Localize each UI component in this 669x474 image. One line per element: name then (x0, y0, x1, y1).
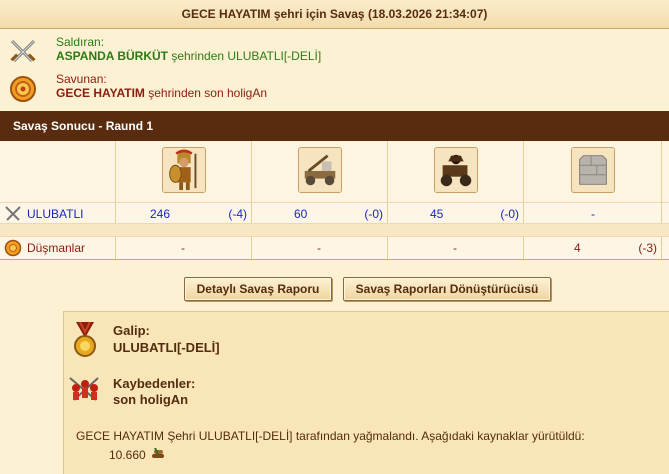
medal-icon (74, 322, 96, 357)
defender-label: Savunan: (56, 72, 107, 86)
unit-count: - (181, 241, 185, 255)
unit-count: - (317, 241, 321, 255)
catapult-icon[interactable] (297, 147, 342, 193)
unit-header-row (0, 141, 669, 202)
loot-value: 10.660 (109, 448, 146, 462)
attacker-player-link[interactable]: ULUBATLI (27, 207, 83, 221)
enemies-label: Düşmanlar (27, 241, 86, 255)
wood-icon (152, 447, 165, 458)
defeated-icon (69, 377, 99, 401)
row-separator (0, 224, 669, 236)
unit-count: 45 (430, 207, 444, 221)
unit-count: - (591, 207, 595, 221)
shield-icon (10, 76, 36, 102)
report-converter-button[interactable]: Savaş Raporları Dönüştürücüsü (343, 277, 551, 301)
unit-loss: (-0) (364, 207, 383, 221)
winner-label: Galip: (113, 323, 150, 338)
unit-count: - (453, 241, 457, 255)
unit-count: 60 (294, 207, 308, 221)
attacker-suffix: şehrinden ULUBATLI[-DELİ] (168, 49, 322, 63)
loser-name: son holigAn (113, 392, 189, 407)
loot-amount: 10.660 (109, 447, 165, 462)
defender-city-link[interactable]: GECE HAYATIM (56, 86, 145, 100)
unit-loss: (-3) (638, 241, 657, 255)
loser-label: Kaybedenler: (113, 376, 196, 391)
crossed-swords-icon (5, 206, 21, 221)
detailed-report-button[interactable]: Detaylı Savaş Raporu (184, 277, 332, 301)
winner-name: ULUBATLI[-DELİ] (113, 340, 220, 355)
defender-suffix: şehrinden son holigAn (144, 86, 268, 100)
attacker-unit-row: ULUBATLI 246 (-4) 60 (-0) 45 (-0) - (0, 202, 669, 224)
attacker-label: Saldıran: (56, 35, 105, 49)
cart-icon[interactable] (433, 147, 478, 193)
attacker-section: Saldıran: ASPANDA BÜRKÜT şehrinden ULUBA… (0, 35, 669, 67)
attacker-line: ASPANDA BÜRKÜT şehrinden ULUBATLI[-DELİ] (56, 49, 321, 63)
defender-line: GECE HAYATIM şehrinden son holigAn (56, 86, 267, 100)
wall-icon[interactable] (570, 147, 615, 193)
enemy-unit-row: Düşmanlar - - - 4 (-3) (0, 236, 669, 260)
unit-count: 246 (150, 207, 171, 221)
unit-loss: (-4) (228, 207, 247, 221)
unit-loss: (-0) (500, 207, 519, 221)
round-header: Savaş Sonucu - Raund 1 (0, 111, 669, 141)
defender-section: Savunan: GECE HAYATIM şehrinden son holi… (0, 72, 669, 104)
shield-icon (4, 239, 22, 257)
loot-description: GECE HAYATIM Şehri ULUBATLI[-DELİ] taraf… (76, 429, 585, 443)
battle-result-panel: Galip: ULUBATLI[-DELİ] Kaybedenler: son … (63, 311, 669, 474)
battle-report-title: GECE HAYATIM şehri için Savaş (18.03.202… (0, 0, 669, 29)
crossed-swords-icon (10, 39, 36, 63)
unit-count: 4 (574, 241, 581, 255)
hoplite-icon[interactable] (161, 147, 206, 193)
attacker-city-link[interactable]: ASPANDA BÜRKÜT (56, 49, 168, 63)
